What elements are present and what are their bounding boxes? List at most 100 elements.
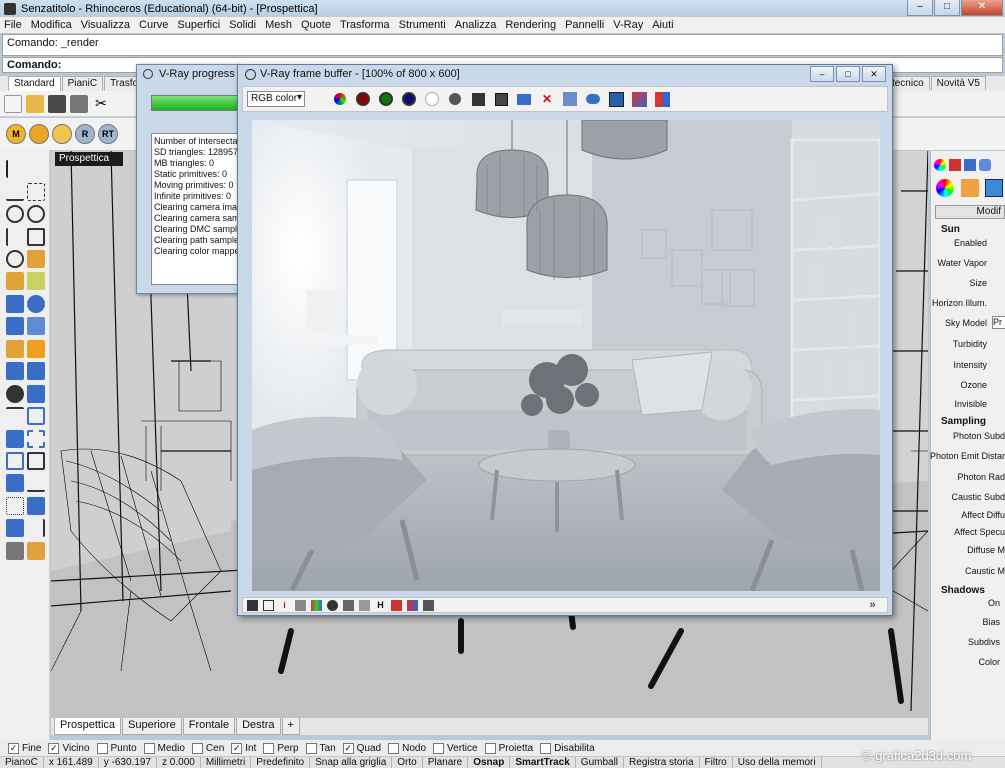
checkbox[interactable]: ✓ [8,742,19,754]
add-viewport-button[interactable]: + [281,718,300,735]
sphere-icon[interactable] [27,295,45,313]
status-record-history[interactable]: Registra storia [624,757,700,768]
menu-aiuti[interactable]: Aiuti [652,19,673,31]
osnap-vertice[interactable]: Vertice [433,742,478,754]
menu-trasforma[interactable]: Trasforma [340,19,390,31]
circle-icon[interactable] [6,205,24,223]
panel-icon-a[interactable] [934,159,946,171]
menu-curve[interactable]: Curve [139,19,168,31]
status-grid-snap[interactable]: Snap alla griglia [310,757,393,768]
menu-solidi[interactable]: Solidi [229,19,256,31]
osnap-quad[interactable]: ✓ Quad [342,742,381,754]
fb-close-button[interactable]: ✕ [862,66,886,82]
extrude-curve-icon[interactable] [27,250,45,268]
arc-icon[interactable] [6,228,24,246]
tab-novita-v5[interactable]: Novità V5 [930,76,986,90]
rectangle-icon[interactable] [27,228,45,246]
stamp-icon[interactable] [423,599,434,611]
new-file-icon[interactable] [4,94,22,113]
status-planare[interactable]: Planare [423,757,469,768]
sky-model-select[interactable]: Pr [992,316,1005,329]
link-to-vfb-icon[interactable] [630,90,648,108]
menu-analizza[interactable]: Analizza [455,19,497,31]
panel-icon-c[interactable] [964,159,976,171]
green-channel-icon[interactable] [377,90,395,108]
section-sampling[interactable]: Sampling [941,416,986,427]
scale-icon[interactable] [27,430,45,448]
modify-button[interactable]: Modif [935,205,1005,219]
cut-icon[interactable]: ✂ [92,95,110,113]
checkbox[interactable] [143,742,155,754]
lens-effects-icon[interactable] [327,599,338,611]
checkbox[interactable] [96,742,108,754]
material-icon[interactable]: M [6,124,26,144]
status-osnap[interactable]: Osnap [468,757,511,768]
check-icon[interactable] [27,519,45,537]
fb-maximize-button[interactable]: □ [836,66,860,82]
surface-icon[interactable] [6,272,24,290]
checkbox[interactable]: ✓ [342,742,354,754]
status-filter[interactable]: Filtro [700,757,733,768]
join-icon[interactable] [6,362,24,380]
pen-icon[interactable] [985,179,1003,197]
menu-rendering[interactable]: Rendering [505,19,556,31]
fb-minimize-button[interactable]: – [810,66,834,82]
checkbox[interactable] [263,742,275,754]
menu-visualizza[interactable]: Visualizza [81,19,130,31]
status-gumball[interactable]: Gumball [576,757,625,768]
status-smarttrack[interactable]: SmartTrack [510,757,576,768]
box-icon[interactable] [6,295,24,313]
paint-icon[interactable] [27,542,45,560]
blue-channel-icon[interactable] [400,90,418,108]
checkbox[interactable] [388,742,400,754]
options-icon[interactable] [52,124,72,144]
brush-icon[interactable] [961,179,979,197]
exposure-icon[interactable] [343,599,354,611]
curves-icon[interactable] [391,599,402,611]
tab-superiore[interactable]: Superiore [122,718,182,735]
menu-file[interactable]: File [4,19,22,31]
move-icon[interactable] [6,452,24,470]
white-balance-icon[interactable] [407,599,418,611]
tab-destra[interactable]: Destra [236,718,281,735]
menu-mesh[interactable]: Mesh [265,19,292,31]
text-icon[interactable] [6,430,24,448]
split-icon[interactable] [27,362,45,380]
tab-standard[interactable]: Standard [8,76,61,91]
light-icon[interactable] [29,124,49,144]
transform-icon[interactable] [27,497,45,515]
save-all-icon[interactable] [492,90,510,108]
boolean-icon[interactable] [6,340,24,358]
dimension-icon[interactable] [27,474,45,492]
minimize-button[interactable]: – [907,0,933,16]
open-folder-icon[interactable] [26,94,44,113]
tab-pianic[interactable]: PianiC [61,76,104,91]
ellipse-icon[interactable] [27,205,45,223]
checkbox[interactable] [433,742,445,754]
curve-icon[interactable] [27,183,45,201]
viewport-title[interactable]: Prospettica [55,152,113,166]
red-channel-icon[interactable] [354,90,372,108]
panel-icon-d[interactable] [979,159,991,171]
osnap-nodo[interactable]: Nodo [388,742,426,754]
grid-icon[interactable] [6,497,24,515]
expand-chevron-icon[interactable]: » [867,599,878,611]
checkbox[interactable]: ✓ [48,742,60,754]
menu-vray[interactable]: V-Ray [613,19,643,31]
cylinder-icon[interactable] [6,317,24,335]
section-sun[interactable]: Sun [941,224,960,235]
osnap-cen[interactable]: Cen [191,742,224,754]
close-button[interactable]: ✕ [961,0,1003,16]
color-levels-icon[interactable] [311,599,322,611]
channel-select[interactable]: RGB color [247,91,305,107]
track-mouse-icon[interactable] [561,90,579,108]
osnap-punto[interactable]: Punto [96,742,137,754]
alpha-channel-icon[interactable] [423,90,441,108]
ab-compare-icon[interactable] [653,90,671,108]
analyze-icon[interactable] [6,519,24,537]
vray-render-icon[interactable]: R [75,124,95,144]
show-corrections-icon[interactable] [263,599,274,611]
viewport-menu-chevron-icon[interactable] [113,152,123,166]
explode-icon[interactable] [27,340,45,358]
status-layer[interactable]: Predefinito [251,757,311,768]
